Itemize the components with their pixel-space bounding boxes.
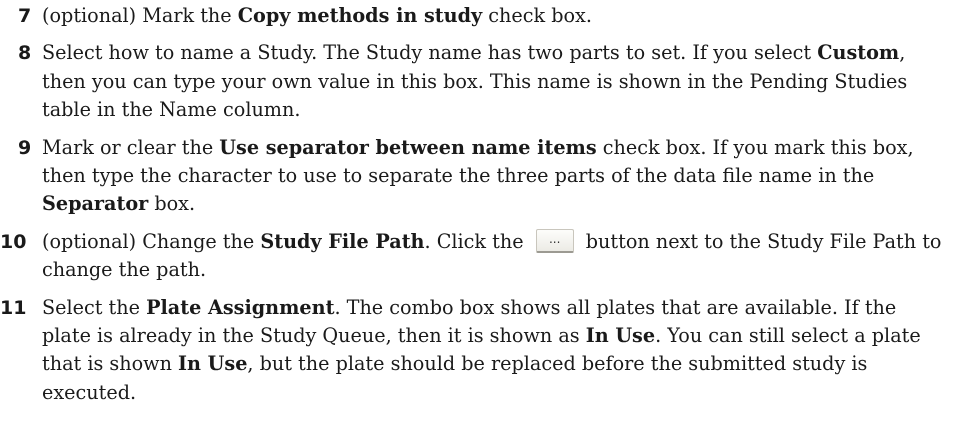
step-text: (optional) Change the bbox=[42, 229, 261, 253]
step-8: 8 Select how to name a Study. The Study … bbox=[0, 39, 955, 124]
ui-term-study-file-path: Study File Path bbox=[260, 229, 425, 253]
ui-term-plate-assignment: Plate Assignment bbox=[146, 295, 335, 319]
step-text: Select how to name a Study. The Study na… bbox=[42, 41, 818, 65]
step-7: 7 (optional) Mark the Copy methods in st… bbox=[0, 2, 955, 30]
step-text: Mark or clear the bbox=[42, 135, 220, 159]
step-number: 8 bbox=[18, 42, 32, 65]
ui-term-custom: Custom bbox=[817, 41, 900, 65]
ui-term-use-separator: Use separator between name items bbox=[219, 135, 597, 159]
ui-term-copy-methods: Copy methods in study bbox=[237, 4, 483, 27]
ui-term-separator: Separator bbox=[42, 192, 149, 216]
step-text: (optional) Mark the bbox=[42, 4, 238, 27]
step-text: check box. bbox=[482, 4, 592, 27]
step-number: 9 bbox=[18, 136, 32, 159]
step-9: 9 Mark or clear the Use separator betwee… bbox=[0, 134, 955, 219]
step-text: box. bbox=[148, 192, 196, 216]
step-11: 11 Select the Plate Assignment. The comb… bbox=[0, 294, 955, 408]
instruction-steps: 7 (optional) Mark the Copy methods in st… bbox=[0, 2, 955, 416]
ui-term-in-use: In Use bbox=[585, 324, 656, 348]
step-number: 11 bbox=[0, 296, 27, 319]
step-text: . Click the bbox=[424, 229, 530, 253]
step-number: 10 bbox=[0, 230, 27, 253]
ui-term-in-use: In Use bbox=[178, 352, 248, 376]
step-10: 10 (optional) Change the Study File Path… bbox=[0, 228, 955, 285]
browse-button[interactable]: ... bbox=[535, 228, 574, 253]
step-number: 7 bbox=[18, 5, 32, 27]
step-text: Select the bbox=[42, 295, 147, 319]
